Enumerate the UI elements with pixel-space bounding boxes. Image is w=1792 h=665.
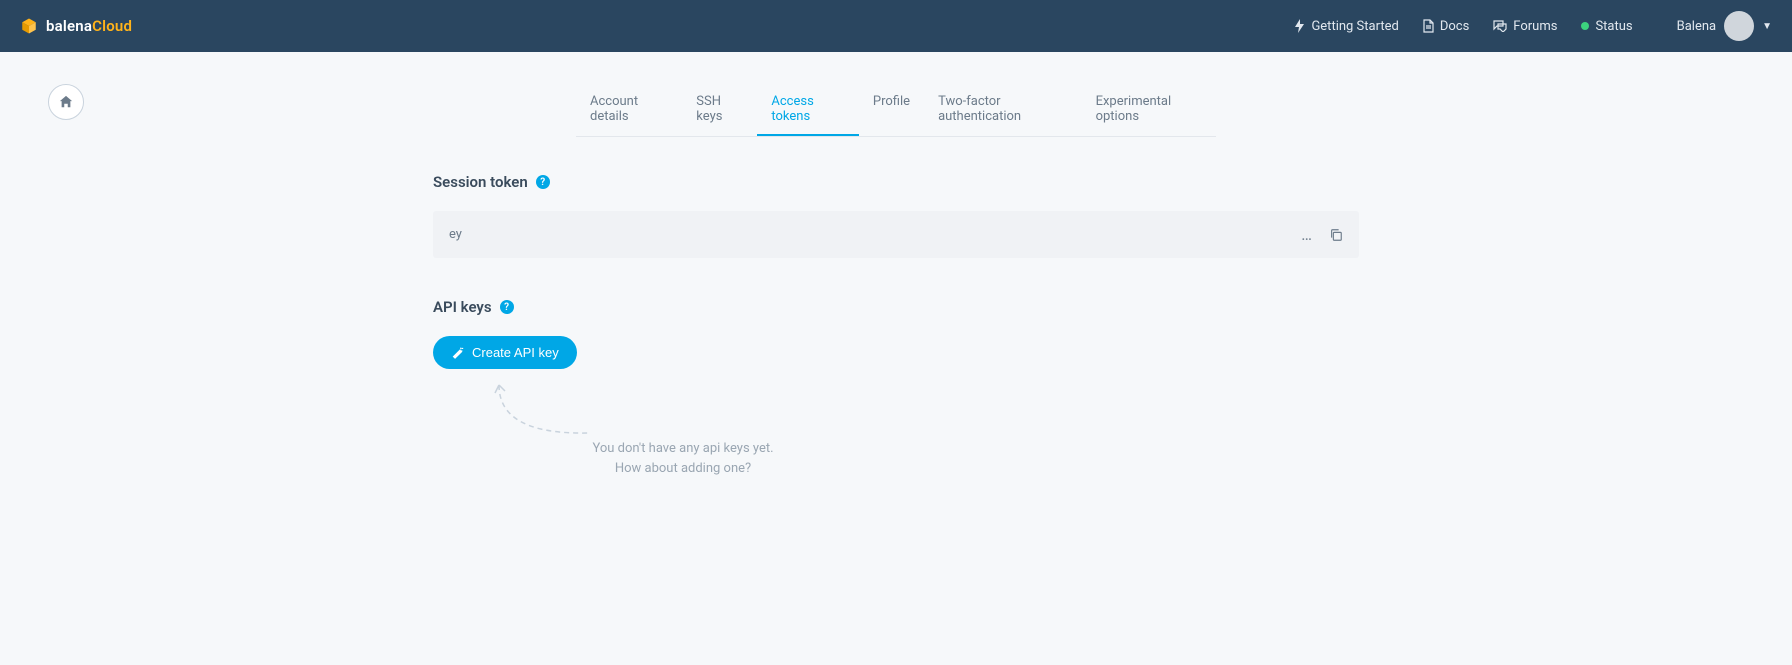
copy-icon <box>1329 228 1343 242</box>
page-content: Account detailsSSH keysAccess tokensProf… <box>0 52 1792 550</box>
nav-getting-started[interactable]: Getting Started <box>1295 19 1398 34</box>
heading-text: Session token <box>433 173 528 191</box>
avatar <box>1724 11 1754 41</box>
user-name: Balena <box>1677 19 1716 34</box>
magic-wand-icon <box>451 346 464 359</box>
empty-line-2: How about adding one? <box>503 459 863 479</box>
bolt-icon <box>1295 19 1305 33</box>
tab-two-factor[interactable]: Two-factor authentication <box>924 84 1082 136</box>
nav-label: Status <box>1595 19 1632 34</box>
nav-label: Docs <box>1440 19 1469 34</box>
create-api-key-button[interactable]: Create API key <box>433 336 577 369</box>
logo-text: balenaCloud <box>46 17 132 35</box>
session-token-heading: Session token ? <box>433 173 1359 191</box>
help-icon[interactable]: ? <box>536 175 550 189</box>
tab-access-tokens[interactable]: Access tokens <box>757 84 859 136</box>
session-token-value: ey <box>449 227 1285 242</box>
file-icon <box>1423 19 1434 33</box>
button-label: Create API key <box>472 345 559 360</box>
tab-account-details[interactable]: Account details <box>576 84 682 136</box>
status-dot-icon <box>1581 22 1589 30</box>
copy-button[interactable] <box>1329 228 1343 242</box>
api-keys-heading: API keys ? <box>433 298 1359 316</box>
home-button[interactable] <box>48 84 84 120</box>
help-icon[interactable]: ? <box>500 300 514 314</box>
arrow-hint-icon <box>489 375 609 445</box>
app-header: balenaCloud Getting Started Docs Forums … <box>0 0 1792 52</box>
heading-text: API keys <box>433 298 492 316</box>
user-menu[interactable]: Balena ▼ <box>1677 11 1772 41</box>
ellipsis-icon: … <box>1301 225 1313 244</box>
session-token-section: Session token ? ey … <box>296 173 1496 258</box>
nav-status[interactable]: Status <box>1581 19 1632 34</box>
nav-label: Getting Started <box>1311 19 1398 34</box>
nav-docs[interactable]: Docs <box>1423 19 1469 34</box>
chevron-down-icon: ▼ <box>1762 21 1772 32</box>
nav-forums[interactable]: Forums <box>1493 19 1557 34</box>
chat-icon <box>1493 20 1507 32</box>
header-nav: Getting Started Docs Forums Status Balen… <box>1295 11 1772 41</box>
nav-label: Forums <box>1513 19 1557 34</box>
home-icon <box>59 95 73 109</box>
tab-profile[interactable]: Profile <box>859 84 924 136</box>
empty-state: You don't have any api keys yet. How abo… <box>433 375 1359 478</box>
settings-tabs: Account detailsSSH keysAccess tokensProf… <box>576 84 1216 137</box>
session-token-box: ey … <box>433 211 1359 258</box>
brand[interactable]: balenaCloud <box>20 17 132 35</box>
logo-cube-icon <box>20 17 38 35</box>
tab-ssh-keys[interactable]: SSH keys <box>682 84 757 136</box>
tab-experimental[interactable]: Experimental options <box>1082 84 1216 136</box>
api-keys-section: API keys ? Create API key You don't have… <box>296 298 1496 478</box>
